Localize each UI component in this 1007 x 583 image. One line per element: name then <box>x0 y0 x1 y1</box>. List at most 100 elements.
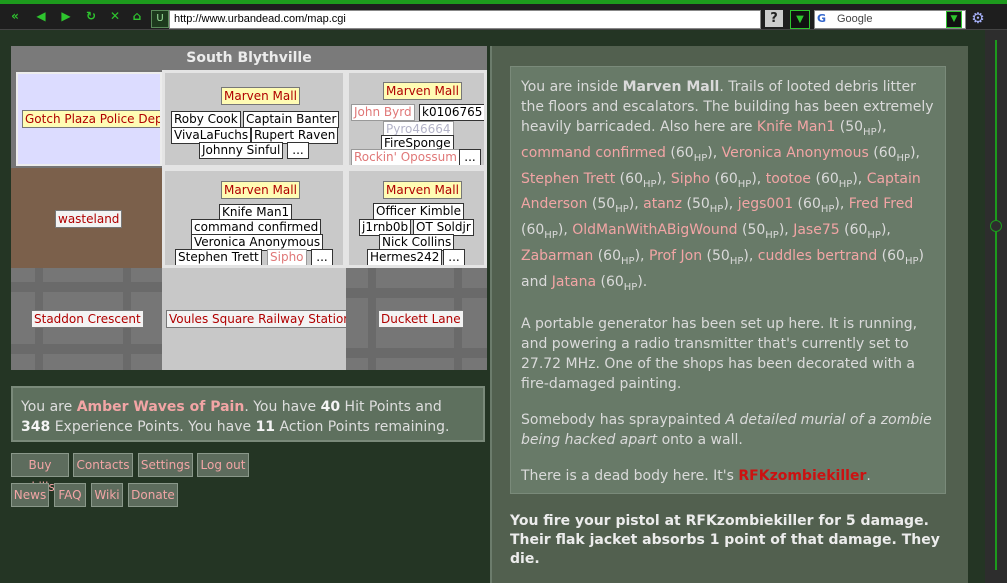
street-stripe <box>11 282 162 292</box>
survivor-link[interactable]: atanz <box>643 196 682 212</box>
news-button[interactable]: News <box>11 483 49 507</box>
survivor-button[interactable]: Captain Banter <box>243 111 340 128</box>
wiki-button[interactable]: Wiki <box>91 483 123 507</box>
survivor-hp: 50 <box>691 196 710 213</box>
go-arrow-icon[interactable]: ▼ <box>790 10 810 29</box>
zombie-button[interactable]: Sipho <box>267 249 307 265</box>
address-url[interactable]: http://www.urbandead.com/map.cgi <box>174 12 346 27</box>
hp-unit: HP <box>615 204 629 216</box>
hp-unit: HP <box>863 126 877 138</box>
hp-unit: HP <box>709 204 724 216</box>
hp-unit: HP <box>737 178 752 190</box>
hp-unit: HP <box>642 178 657 190</box>
settings-button[interactable]: Settings <box>138 453 193 477</box>
body-text: There is a dead body here. It's <box>521 467 734 484</box>
survivor-button[interactable]: Hermes242 <box>367 249 443 265</box>
reload-icon[interactable]: ↻ <box>82 10 100 23</box>
intro-text: You are inside <box>521 79 619 95</box>
more-button[interactable]: ... <box>459 149 481 165</box>
survivor-link[interactable]: cuddles bertrand <box>758 248 877 264</box>
gear-icon[interactable]: ⚙ <box>969 10 987 27</box>
survivor-link[interactable]: command confirmed <box>521 145 666 161</box>
hp-unit: HP <box>904 255 919 267</box>
side-strip <box>985 30 1007 583</box>
map-cell-marven-mall-northeast: Marven Mall John Byrd k0106765 Pyro46664… <box>346 70 487 168</box>
survivor-button[interactable]: k0106765 <box>419 104 484 121</box>
location-description: You are inside Marven Mall. Trails of lo… <box>510 66 946 494</box>
scroll-handle[interactable] <box>990 220 1002 232</box>
log-out-button[interactable]: Log out <box>197 453 249 477</box>
hp-unit: HP <box>765 229 779 241</box>
intro-paragraph: You are inside Marven Mall. Trails of lo… <box>521 77 935 298</box>
gotch-plaza-button[interactable]: Gotch Plaza Police Dept <box>22 110 160 128</box>
more-button[interactable]: ... <box>311 249 333 265</box>
status-text: You are <box>21 399 73 415</box>
survivor-link[interactable]: Prof Jon <box>649 248 702 264</box>
voules-square-button[interactable]: Voules Square Railway Station <box>166 310 346 328</box>
survivor-link[interactable]: Jatana <box>552 274 596 290</box>
survivor-button[interactable]: Johnny Sinful <box>199 142 284 159</box>
hp-unit: HP <box>544 229 558 241</box>
search-go-icon[interactable]: ▼ <box>946 11 962 28</box>
survivor-link[interactable]: Fred Fred <box>849 196 913 212</box>
graffiti-text: Somebody has spraypainted <box>521 411 721 428</box>
hp-unit: HP <box>867 229 881 241</box>
player-status: You are Amber Waves of Pain. You have 40… <box>11 386 485 442</box>
back-icon[interactable]: ◀ <box>32 10 50 23</box>
survivor-link[interactable]: OldManWithABigWound <box>572 222 737 238</box>
character-name[interactable]: Amber Waves of Pain <box>77 399 245 415</box>
more-button[interactable]: ... <box>443 249 465 265</box>
body-text: . <box>866 467 871 484</box>
more-button[interactable]: ... <box>287 142 309 159</box>
survivor-link[interactable]: jegs001 <box>738 196 793 212</box>
body-paragraph: There is a dead body here. It's RFKzombi… <box>521 466 935 486</box>
survivor-button[interactable]: Stephen Trett <box>175 249 262 265</box>
search-input[interactable]: G Google <box>814 10 966 29</box>
contacts-button[interactable]: Contacts <box>73 453 133 477</box>
map-cell-duckett-lane: Duckett Lane <box>346 268 487 370</box>
survivor-link[interactable]: Veronica Anonymous <box>722 145 869 161</box>
survivor-link[interactable]: tootoe <box>766 171 811 187</box>
survivor-hp: 60 <box>803 196 821 213</box>
survivor-link[interactable]: Stephen Trett <box>521 171 615 187</box>
survivor-link[interactable]: Jase75 <box>793 222 839 238</box>
survivor-list: Knife Man1 (50HP), command confirmed (60… <box>521 119 924 293</box>
back-arrow-icon[interactable]: « <box>6 10 24 23</box>
buy-skills-button[interactable]: Buy skills <box>11 453 69 494</box>
survivor-hp: 50 <box>597 196 616 213</box>
survivor-link[interactable]: Knife Man1 <box>757 119 835 135</box>
survivor-link[interactable]: Sipho <box>671 171 710 187</box>
map-cell-wasteland: wasteland <box>11 168 162 268</box>
survivor-link[interactable]: Zabarman <box>521 248 593 264</box>
dead-body-link[interactable]: RFKzombiekiller <box>738 468 866 484</box>
status-text: . You have <box>244 399 317 415</box>
faq-button[interactable]: FAQ <box>54 483 86 507</box>
zombie-button[interactable]: Rockin' Opossum <box>351 149 460 165</box>
duckett-lane-button[interactable]: Duckett Lane <box>378 310 464 328</box>
survivor-hp: 60 <box>878 144 897 161</box>
status-text: Experience Points. You have <box>54 419 252 435</box>
marven-mall-north-button[interactable]: Marven Mall <box>221 87 300 105</box>
address-bar[interactable]: http://www.urbandead.com/map.cgi <box>169 10 761 29</box>
zombie-button[interactable]: John Byrd <box>351 104 415 121</box>
survivor-hp: 60 <box>675 144 694 161</box>
stop-icon[interactable]: ✕ <box>106 10 124 23</box>
wasteland-button[interactable]: wasteland <box>55 210 123 228</box>
home-icon[interactable]: ⌂ <box>128 10 146 23</box>
staddon-crescent-button[interactable]: Staddon Crescent <box>31 310 144 328</box>
search-engine-icon: G <box>817 12 827 25</box>
marven-mall-center-button[interactable]: Marven Mall <box>221 181 300 199</box>
map-cell-voules-square: Voules Square Railway Station <box>162 268 346 370</box>
survivor-button[interactable]: Officer Kimble <box>373 203 465 220</box>
donate-button[interactable]: Donate <box>128 483 178 507</box>
forward-icon[interactable]: ▶ <box>57 10 75 23</box>
map-cell-staddon-crescent: Staddon Crescent <box>11 268 162 370</box>
marven-mall-east-button[interactable]: Marven Mall <box>383 181 462 199</box>
marven-mall-northeast-button[interactable]: Marven Mall <box>383 82 462 100</box>
survivor-hp: 50 <box>845 119 864 135</box>
survivor-hp: 60 <box>526 222 545 239</box>
survivor-button[interactable]: Roby Cook <box>171 111 241 128</box>
hp-unit: HP <box>820 204 835 216</box>
help-button[interactable]: ? <box>765 10 783 27</box>
site-favicon-icon: U <box>151 10 169 28</box>
